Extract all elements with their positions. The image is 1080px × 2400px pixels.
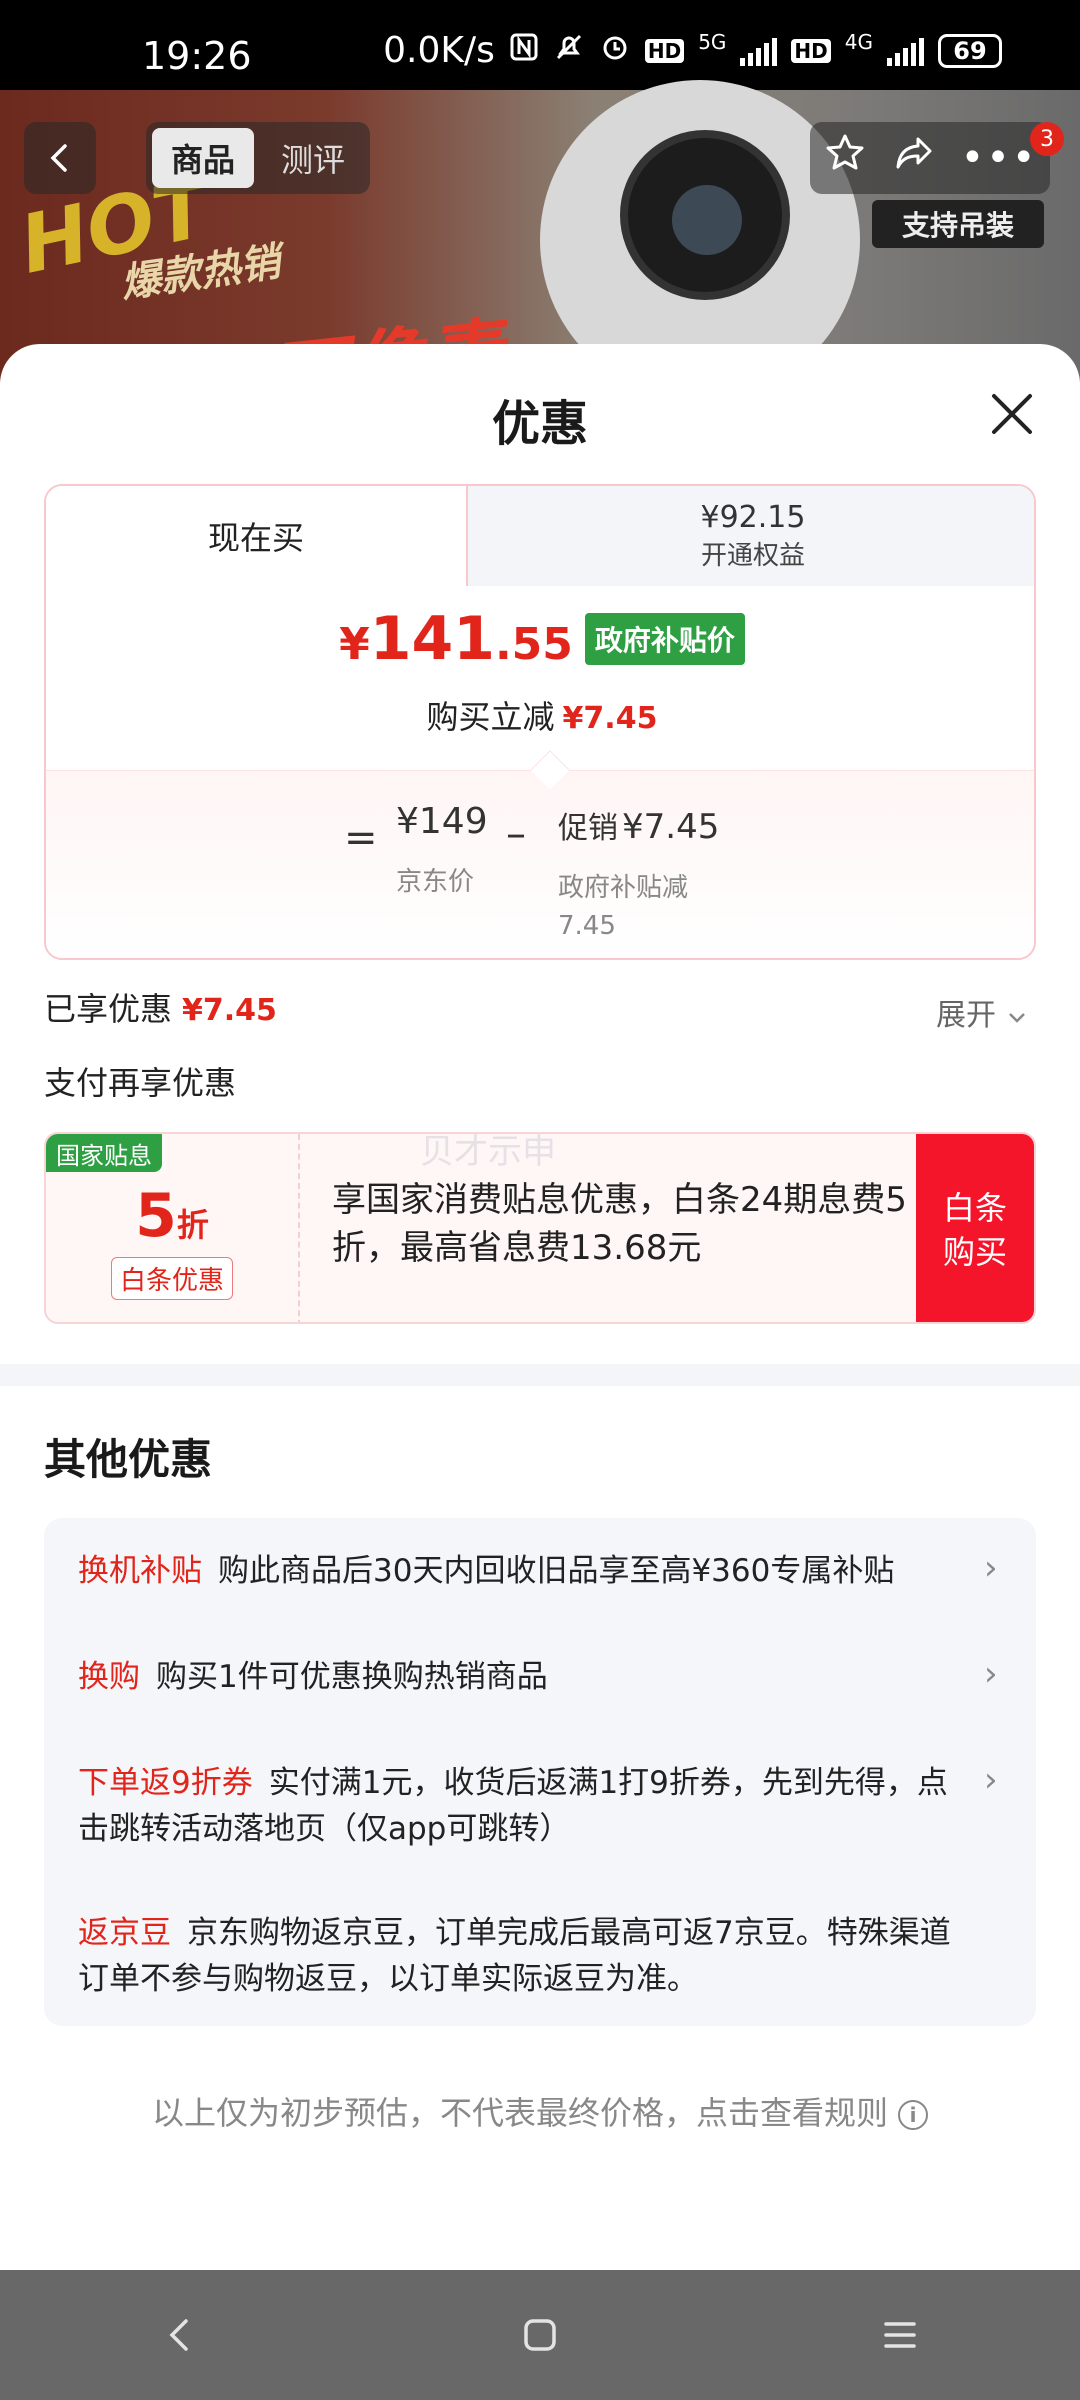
- vip-price: ¥92.15: [700, 500, 806, 535]
- offer-item[interactable]: 换购 购买1件可优惠换购热销商品: [78, 1654, 978, 1700]
- home-square-icon: [524, 2319, 556, 2351]
- tab-vip-benefit[interactable]: ¥92.15 开通权益: [466, 486, 1034, 586]
- offer-label: 返京豆: [78, 1915, 171, 1951]
- baitiao-discount: 5折: [135, 1181, 209, 1251]
- alarm-icon: [599, 31, 631, 71]
- baitiao-description: 享国家消费贴息优惠，白条24期息费5折，最高省息费13.68元: [332, 1180, 907, 1268]
- final-price-row: ¥141.55 政府补贴价: [46, 604, 1034, 674]
- info-icon: i: [898, 2100, 928, 2130]
- other-offers-list: 换机补贴 购此商品后30天内回收旧品享至高¥360专属补贴 › 换购 购买1件可优惠…: [44, 1518, 1036, 2026]
- tab-review[interactable]: 测评: [262, 128, 364, 188]
- reduce-value: ¥7.45: [562, 701, 658, 736]
- nav-home-button[interactable]: [480, 2295, 600, 2375]
- tab-buy-now[interactable]: 现在买: [46, 486, 466, 586]
- offer-text: 购买1件可优惠换购热销商品: [156, 1659, 548, 1695]
- vip-label: 开通权益: [700, 541, 805, 571]
- enjoyed-label: 已享优惠: [44, 990, 173, 1028]
- status-bar: 19:26 0.0K/s HD 5G HD 4G 69: [0, 0, 1080, 90]
- enjoyed-discount: 已享优惠 ¥7.45: [44, 984, 277, 1030]
- expand-toggle[interactable]: 展开: [936, 990, 1028, 1034]
- hd-icon-2: HD: [791, 38, 831, 63]
- price-integer: 141: [369, 604, 495, 674]
- price-card: 现在买 ¥92.15 开通权益 ¥141.55 政府补贴价 购买立减 ¥7.45 …: [44, 484, 1036, 960]
- baitiao-buy-button[interactable]: 白条购买: [916, 1134, 1034, 1322]
- offer-text: 购此商品后30天内回收旧品享至高¥360专属补贴: [218, 1553, 895, 1589]
- header-actions: •••: [810, 122, 1050, 194]
- offer-item: 返京豆 京东购物返京豆，订单完成后最高可返7京豆。特殊渠道订单不参与购物返豆，以订…: [78, 1910, 978, 2002]
- discount-unit: 折: [176, 1205, 209, 1244]
- offer-label: 换购: [78, 1659, 140, 1695]
- nfc-icon: [509, 32, 539, 70]
- offer-label: 下单返9折券: [78, 1765, 253, 1801]
- back-arrow-icon: [169, 2319, 188, 2351]
- offer-label: 换机补贴: [78, 1553, 202, 1589]
- status-icons: 0.0K/s HD 5G HD 4G 69: [383, 30, 1002, 71]
- hd-icon: HD: [644, 38, 685, 63]
- product-tabs: 商品 测评: [146, 122, 370, 194]
- watermark: 贝才示申: [420, 1132, 556, 1172]
- menu-icon: [884, 2322, 916, 2348]
- section-divider: [0, 1364, 1080, 1386]
- final-price: ¥141.55: [339, 604, 573, 674]
- footnote-text: 以上仅为初步预估，不代表最终价格，点击查看规则: [151, 2094, 888, 2132]
- gov-subsidy-tag: 政府补贴价: [584, 613, 745, 665]
- sheet-title: 优惠: [491, 396, 588, 452]
- nav-menu-button[interactable]: [840, 2295, 960, 2375]
- chevron-right-icon[interactable]: ›: [984, 1654, 998, 1694]
- chevron-right-icon[interactable]: ›: [984, 1548, 998, 1588]
- discount-number: 5: [135, 1180, 177, 1251]
- signal-icon-2: [887, 36, 924, 66]
- jd-price: ¥149: [396, 801, 488, 842]
- national-subsidy-tag: 国家贴息: [46, 1134, 162, 1172]
- other-offers-title: 其他优惠: [44, 1435, 213, 1484]
- nav-back-button[interactable]: [120, 2295, 240, 2375]
- mute-icon: [553, 31, 585, 71]
- minus-sign: –: [506, 811, 526, 857]
- chevron-down-icon: [1008, 1012, 1025, 1023]
- back-button[interactable]: [24, 122, 96, 194]
- rules-footnote[interactable]: 以上仅为初步预估，不代表最终价格，点击查看规则 i: [0, 2088, 1080, 2134]
- tab-product[interactable]: 商品: [152, 128, 254, 188]
- offer-item[interactable]: 换机补贴 购此商品后30天内回收旧品享至高¥360专属补贴: [78, 1548, 978, 1594]
- price-decimal: .55: [494, 619, 573, 670]
- net-speed: 0.0K/s: [383, 30, 495, 71]
- chevron-right-icon[interactable]: ›: [984, 1760, 998, 1800]
- net2-label: 4G: [844, 30, 873, 54]
- camera-lens-inner: [672, 185, 742, 255]
- more-icon[interactable]: •••: [961, 135, 1038, 181]
- hang-badge: 支持吊装: [872, 200, 1044, 248]
- expand-label: 展开: [936, 998, 996, 1033]
- promo-label: 促销: [558, 811, 618, 846]
- enjoyed-value: ¥7.45: [182, 993, 277, 1028]
- discount-sheet: 优惠 现在买 ¥92.15 开通权益 ¥141.55 政府补贴价 购买立减 ¥7.…: [0, 344, 1080, 2270]
- pay-more-title: 支付再享优惠: [44, 1064, 237, 1102]
- reduce-label: 购买立减: [426, 698, 555, 736]
- jd-price-label: 京东价: [396, 867, 475, 897]
- cart-count-badge: 3: [1030, 122, 1064, 156]
- battery-icon: 69: [938, 33, 1002, 68]
- star-icon[interactable]: [823, 131, 867, 185]
- close-button[interactable]: [980, 382, 1044, 446]
- equals-sign: =: [344, 815, 378, 861]
- share-icon[interactable]: [892, 131, 936, 185]
- offer-text: 京东购物返京豆，订单完成后最高可返7京豆。特殊渠道订单不参与购物返豆，以订单实际…: [78, 1915, 951, 1997]
- promo-discount: 促销 ¥7.45: [558, 803, 719, 847]
- chevron-left-icon: [50, 144, 67, 172]
- offer-item[interactable]: 下单返9折券 实付满1元，收货后返满1打9折券，先到先得，点击跳转活动落地页（仅a…: [78, 1760, 978, 1852]
- signal-icon: [740, 36, 778, 66]
- system-nav-bar: [0, 2270, 1080, 2400]
- baitiao-pill: 白条优惠: [110, 1256, 233, 1300]
- promo-value: ¥7.45: [622, 807, 720, 847]
- close-icon: [992, 394, 1032, 434]
- status-time: 19:26: [142, 34, 252, 78]
- instant-reduce: 购买立减 ¥7.45: [46, 692, 1034, 738]
- price-breakdown: = ¥149 京东价 – 促销 ¥7.45 政府补贴减 7.45: [46, 770, 1034, 958]
- net1-label: 5G: [698, 30, 727, 54]
- price-currency: ¥: [339, 619, 370, 670]
- promo-sub-label: 政府补贴减 7.45: [558, 873, 689, 941]
